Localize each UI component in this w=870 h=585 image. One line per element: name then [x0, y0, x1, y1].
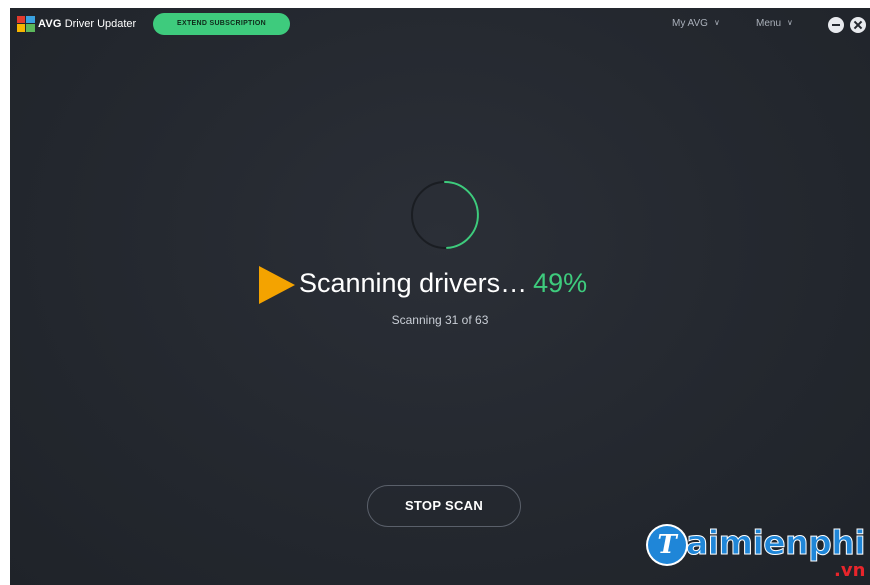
avg-logo-icon	[17, 16, 35, 32]
close-button[interactable]	[850, 17, 866, 33]
app-title: AVG Driver Updater	[38, 18, 136, 30]
chevron-down-icon: ∨	[713, 18, 720, 27]
main-menu[interactable]: Menu ∨	[756, 18, 793, 29]
chevron-down-icon: ∨	[787, 18, 793, 27]
product-name: Driver Updater	[64, 18, 137, 30]
my-avg-label: My AVG	[672, 18, 708, 29]
scan-heading: Scanning drivers… 49%	[299, 268, 587, 299]
spinner-progress-arc	[444, 181, 479, 249]
scan-spinner-icon	[411, 181, 479, 249]
brand-name: AVG	[38, 18, 62, 30]
scan-title: Scanning drivers…	[299, 268, 528, 298]
watermark-initial: T	[657, 530, 677, 560]
extend-subscription-button[interactable]: EXTEND SUBSCRIPTION	[153, 13, 290, 35]
play-arrow-icon	[259, 266, 295, 304]
watermark-logo: T aimienphi .vn	[648, 518, 870, 585]
stop-scan-button[interactable]: STOP SCAN	[367, 485, 521, 527]
title-bar: AVG Driver Updater EXTEND SUBSCRIPTION M…	[10, 8, 870, 42]
watermark-text: aimienphi	[685, 523, 866, 563]
menu-label: Menu	[756, 18, 782, 29]
minimize-button[interactable]	[828, 17, 844, 33]
scan-status: Scanning 31 of 63	[391, 313, 489, 327]
my-avg-menu[interactable]: My AVG ∨	[672, 18, 720, 29]
scan-percent: 49%	[533, 268, 588, 298]
app-window: AVG Driver Updater EXTEND SUBSCRIPTION M…	[10, 8, 870, 585]
watermark-suffix: .vn	[834, 560, 866, 581]
